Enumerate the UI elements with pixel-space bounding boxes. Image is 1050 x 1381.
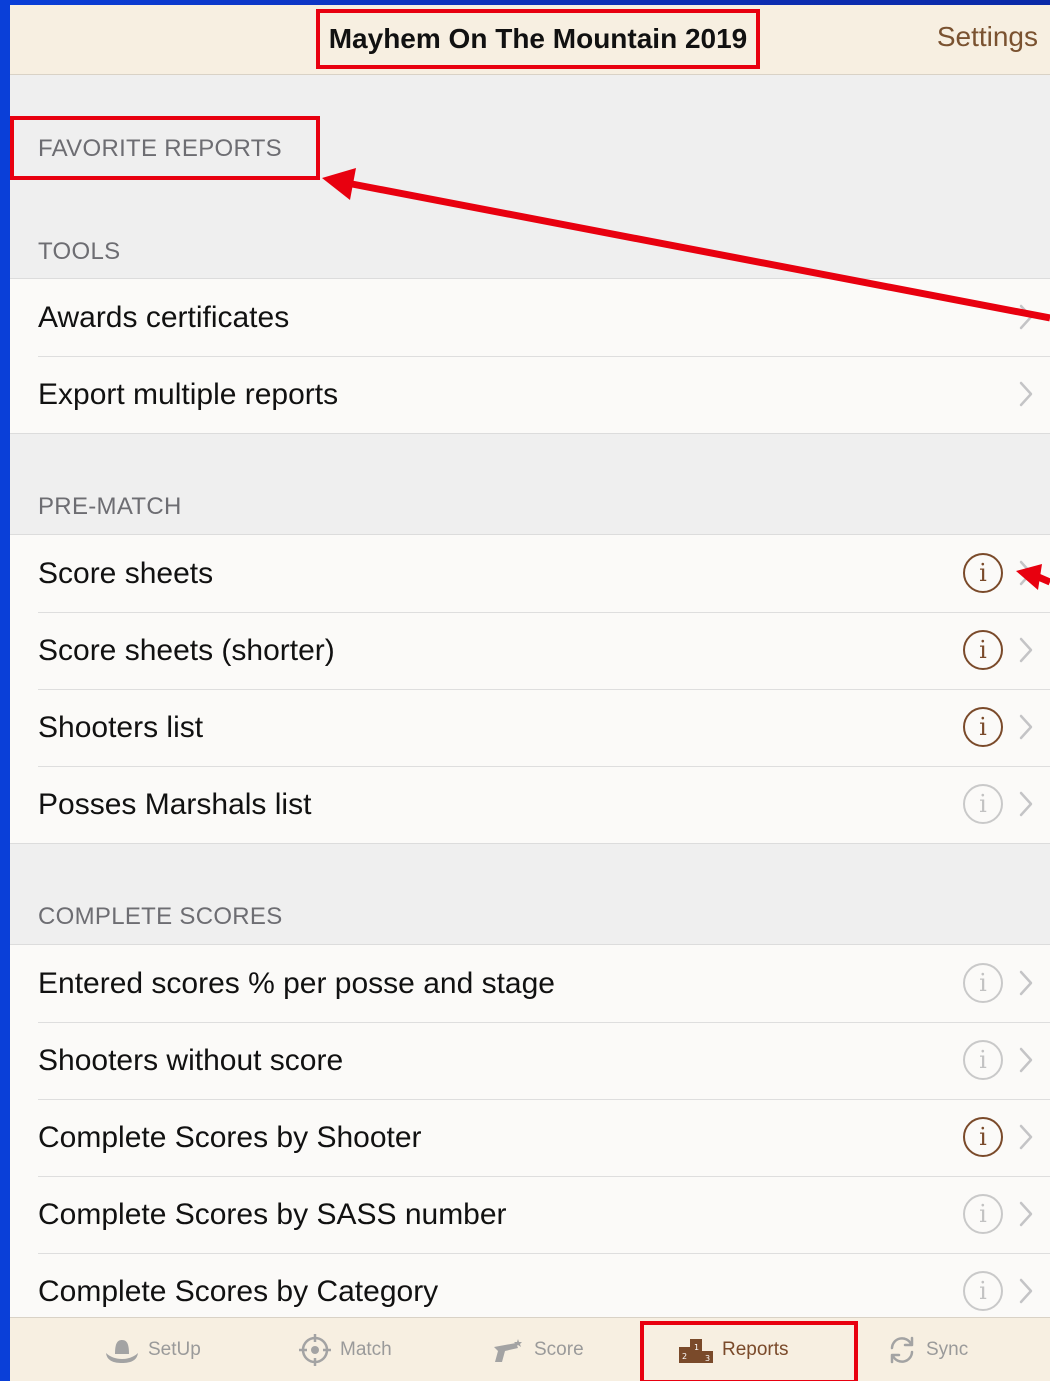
info-icon[interactable]: i	[963, 630, 1003, 670]
list-item-export-multiple-reports[interactable]: Export multiple reports	[10, 356, 1050, 433]
chevron-right-icon	[1019, 791, 1033, 817]
reports-screen: Mayhem On The Mountain 2019 Settings FAV…	[10, 5, 1050, 1381]
info-icon[interactable]: i	[963, 553, 1003, 593]
list-item-complete-scores-by-sass-number[interactable]: Complete Scores by SASS number i	[10, 1176, 1050, 1253]
list-item-label: Shooters list	[38, 710, 204, 744]
match-title: Mayhem On The Mountain 2019	[316, 9, 760, 69]
list-item-label: Shooters without score	[38, 1043, 344, 1077]
chevron-right-icon	[1019, 637, 1033, 663]
tab-setup[interactable]: SetUp	[104, 1318, 201, 1381]
annotation-box-reports-tab	[640, 1321, 858, 1381]
list-item-entered-scores-percent[interactable]: Entered scores % per posse and stage i	[10, 945, 1050, 1022]
revolver-icon	[494, 1339, 522, 1362]
tab-score[interactable]: Score	[488, 1318, 584, 1381]
list-item-awards-certificates[interactable]: Awards certificates	[10, 279, 1050, 356]
tab-match[interactable]: Match	[298, 1318, 392, 1381]
chevron-right-icon	[1019, 1047, 1033, 1073]
tools-header: TOOLS	[38, 238, 121, 265]
list-item-score-sheets[interactable]: Score sheets i	[10, 535, 1050, 612]
list-item-label: Complete Scores by SASS number	[38, 1197, 507, 1231]
sync-icon	[890, 1336, 914, 1364]
tools-group: Awards certificates Export multiple repo…	[10, 278, 1050, 434]
chevron-right-icon	[1019, 560, 1033, 586]
chevron-right-icon	[1019, 1278, 1033, 1304]
info-icon[interactable]: i	[963, 963, 1003, 1003]
tab-label: Match	[340, 1339, 392, 1360]
tab-bar: SetUp Match Score 2 1 3 Reports Sync	[10, 1317, 1050, 1381]
list-item-label: Complete Scores by Category	[38, 1274, 439, 1308]
chevron-right-icon	[1019, 714, 1033, 740]
chevron-right-icon	[1019, 1201, 1033, 1227]
chevron-right-icon	[1019, 304, 1033, 330]
list-item-shooters-without-score[interactable]: Shooters without score i	[10, 1022, 1050, 1099]
info-icon[interactable]: i	[963, 707, 1003, 747]
info-icon[interactable]: i	[963, 1271, 1003, 1311]
list-item-shooters-list[interactable]: Shooters list i	[10, 689, 1050, 766]
list-item-label: Score sheets (shorter)	[38, 633, 335, 667]
complete-scores-header: COMPLETE SCORES	[38, 903, 283, 930]
info-icon[interactable]: i	[963, 1117, 1003, 1157]
pre-match-group: Score sheets i Score sheets (shorter) i …	[10, 534, 1050, 844]
list-item-label: Awards certificates	[38, 300, 290, 334]
crosshair-icon	[299, 1334, 331, 1366]
navigation-bar: Mayhem On The Mountain 2019 Settings	[10, 5, 1050, 75]
info-icon[interactable]: i	[963, 1040, 1003, 1080]
list-item-label: Complete Scores by Shooter	[38, 1120, 422, 1154]
info-icon[interactable]: i	[963, 1194, 1003, 1234]
settings-button[interactable]: Settings	[937, 21, 1038, 53]
list-item-complete-scores-by-shooter[interactable]: Complete Scores by Shooter i	[10, 1099, 1050, 1176]
cowboy-hat-icon	[106, 1340, 138, 1363]
list-item-label: Entered scores % per posse and stage	[38, 966, 555, 1000]
annotation-box-favorites	[10, 116, 320, 180]
list-item-label: Score sheets	[38, 556, 214, 590]
tab-sync[interactable]: Sync	[886, 1318, 968, 1381]
complete-scores-group: Entered scores % per posse and stage i S…	[10, 944, 1050, 1330]
tab-label: SetUp	[148, 1339, 201, 1360]
chevron-right-icon	[1019, 1124, 1033, 1150]
list-item-score-sheets-shorter[interactable]: Score sheets (shorter) i	[10, 612, 1050, 689]
pre-match-header: PRE-MATCH	[38, 493, 182, 520]
info-icon[interactable]: i	[963, 784, 1003, 824]
tab-label: Score	[534, 1339, 584, 1360]
tab-label: Sync	[926, 1339, 969, 1360]
list-item-label: Posses Marshals list	[38, 787, 312, 821]
list-item-label: Export multiple reports	[38, 377, 339, 411]
list-item-posses-marshals-list[interactable]: Posses Marshals list i	[10, 766, 1050, 843]
chevron-right-icon	[1019, 970, 1033, 996]
chevron-right-icon	[1019, 381, 1033, 407]
